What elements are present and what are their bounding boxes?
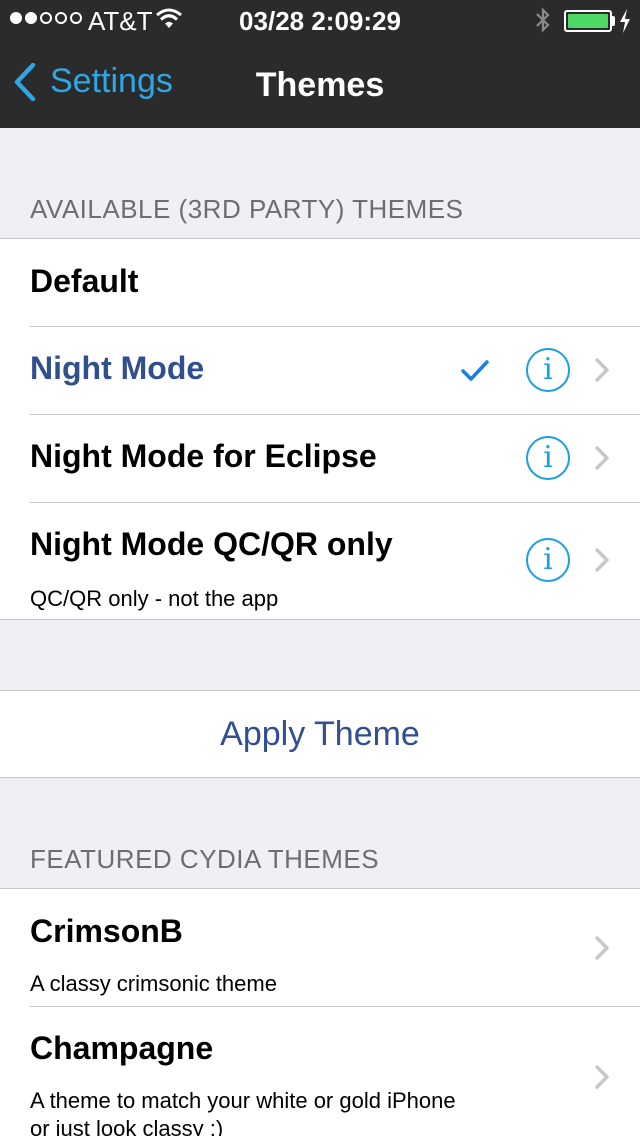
- theme-row-night-mode[interactable]: Night Mode i: [0, 326, 640, 414]
- available-themes-list: Default Night Mode i Night Mode for Ecli…: [0, 238, 640, 620]
- apply-theme-label: Apply Theme: [220, 715, 420, 753]
- section-header-available: AVAILABLE (3RD PARTY) THEMES: [30, 194, 464, 224]
- theme-row-night-mode-qcqr[interactable]: Night Mode QC/QR only QC/QR only - not t…: [0, 502, 640, 619]
- info-icon[interactable]: i: [526, 436, 570, 480]
- chevron-right-icon: [595, 446, 609, 470]
- info-icon[interactable]: i: [526, 538, 570, 582]
- theme-row-night-mode-eclipse[interactable]: Night Mode for Eclipse i: [0, 414, 640, 502]
- theme-subtitle: QC/QR only - not the app: [30, 586, 279, 611]
- charging-bolt-icon: [620, 9, 630, 33]
- theme-row-default[interactable]: Default: [0, 239, 640, 326]
- theme-title: CrimsonB: [30, 913, 183, 949]
- featured-themes-list: CrimsonB A classy crimsonic theme Champa…: [0, 888, 640, 1136]
- navigation-bar: Settings Themes: [0, 40, 640, 128]
- theme-title: Champagne: [30, 1030, 214, 1066]
- apply-theme-button[interactable]: Apply Theme: [0, 690, 640, 778]
- featured-row-champagne[interactable]: Champagne A theme to match your white or…: [0, 1006, 640, 1136]
- theme-subtitle: A theme to match your white or gold iPho…: [30, 1088, 456, 1113]
- battery-tip: [611, 16, 615, 26]
- featured-row-crimsonb[interactable]: CrimsonB A classy crimsonic theme: [0, 889, 640, 1006]
- chevron-right-icon: [595, 1065, 609, 1089]
- theme-title: Night Mode: [30, 350, 205, 386]
- theme-subtitle: or just look classy ;): [30, 1116, 224, 1136]
- battery-icon: [564, 10, 612, 32]
- section-header-featured: FEATURED CYDIA THEMES: [30, 844, 380, 874]
- theme-title: Night Mode QC/QR only: [30, 526, 393, 562]
- top-bar: AT&T 03/28 2:09:29 Settings Themes: [0, 0, 640, 128]
- info-icon[interactable]: i: [526, 348, 570, 392]
- battery-level: [568, 14, 608, 28]
- chevron-right-icon: [595, 548, 609, 572]
- status-bar: AT&T 03/28 2:09:29: [0, 0, 640, 40]
- theme-title: Default: [30, 263, 139, 299]
- checkmark-icon: [461, 360, 489, 381]
- bluetooth-icon: [536, 7, 550, 33]
- theme-subtitle: A classy crimsonic theme: [30, 971, 277, 996]
- chevron-right-icon: [595, 358, 609, 382]
- chevron-right-icon: [595, 936, 609, 960]
- page-title: Themes: [255, 66, 385, 104]
- theme-title: Night Mode for Eclipse: [30, 438, 377, 474]
